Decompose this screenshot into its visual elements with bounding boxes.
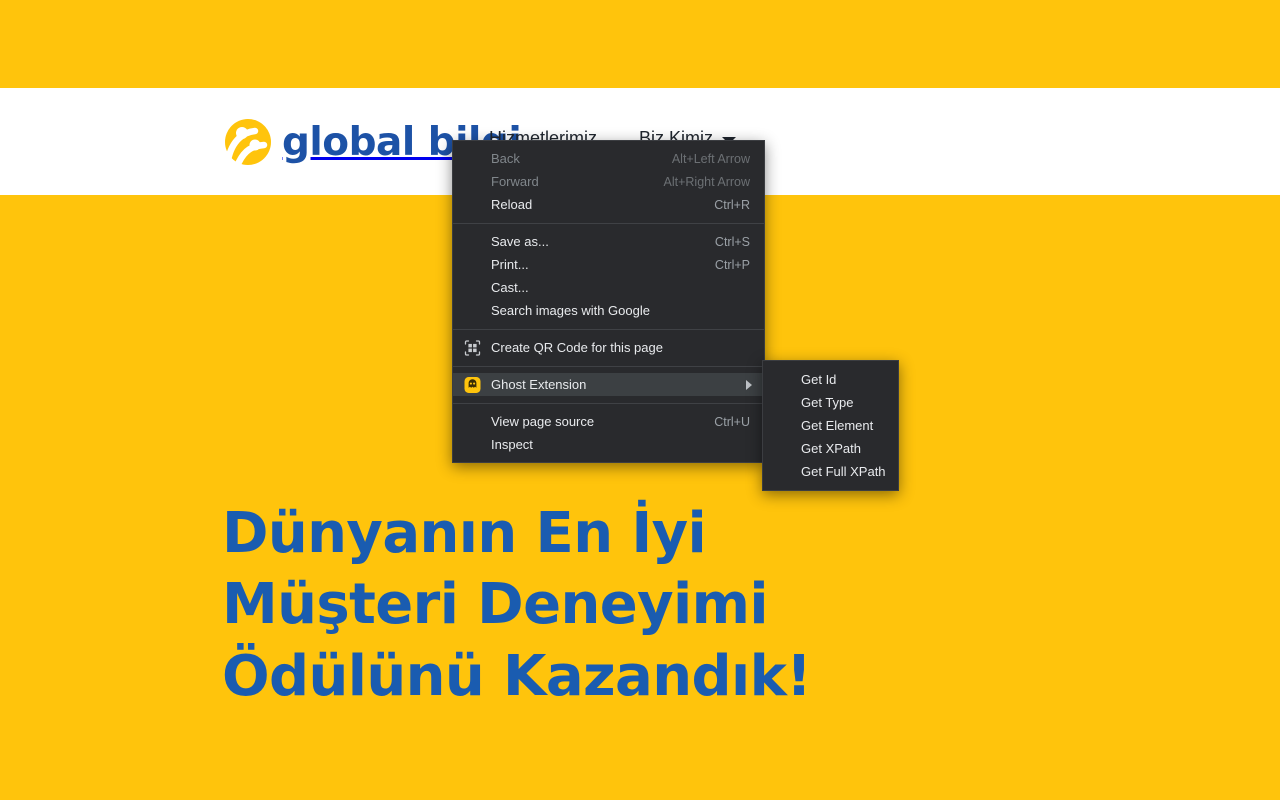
context-menu-item-label: Print... [491, 257, 529, 272]
context-menu-item-ghost-extension[interactable]: Ghost Extension [453, 373, 764, 396]
context-menu-item-view-page-source[interactable]: View page source Ctrl+U [453, 410, 764, 433]
context-menu-item-label: Ghost Extension [491, 377, 587, 392]
context-menu-item-label: Inspect [491, 437, 533, 452]
submenu-item-label: Get Full XPath [801, 464, 886, 479]
context-menu-item-shortcut: Alt+Right Arrow [663, 174, 751, 189]
top-yellow-band [0, 0, 1280, 88]
submenu-item-get-id[interactable]: Get Id [763, 368, 898, 391]
context-menu-item-label: Cast... [491, 280, 529, 295]
chevron-right-icon [746, 379, 752, 390]
context-menu-item-shortcut: Alt+Left Arrow [671, 151, 750, 166]
submenu-item-label: Get Id [801, 372, 837, 387]
context-menu-item-save-as[interactable]: Save as... Ctrl+S [453, 230, 764, 253]
turkcell-swoosh-logo-icon [222, 118, 274, 166]
context-menu-item-print[interactable]: Print... Ctrl+P [453, 253, 764, 276]
submenu-item-get-element[interactable]: Get Element [763, 414, 898, 437]
submenu-item-get-full-xpath[interactable]: Get Full XPath [763, 460, 898, 483]
context-menu-separator [453, 223, 764, 224]
context-menu-item-search-images-with-google[interactable]: Search images with Google [453, 299, 764, 322]
context-menu-item-shortcut: Ctrl+P [714, 257, 750, 272]
submenu-item-label: Get XPath [801, 441, 861, 456]
context-menu-item-cast[interactable]: Cast... [453, 276, 764, 299]
context-menu-item-label: View page source [491, 414, 595, 429]
context-menu-item-inspect[interactable]: Inspect [453, 433, 764, 456]
submenu-item-get-type[interactable]: Get Type [763, 391, 898, 414]
submenu-item-label: Get Type [801, 395, 854, 410]
context-menu-item-reload[interactable]: Reload Ctrl+R [453, 193, 764, 216]
context-menu-separator [453, 403, 764, 404]
submenu-item-label: Get Element [801, 418, 874, 433]
context-menu-item-create-qr-code[interactable]: Create QR Code for this page [453, 336, 764, 359]
context-menu-item-label: Back [491, 151, 520, 166]
ghost-extension-submenu[interactable]: Get Id Get Type Get Element Get XPath Ge… [762, 360, 899, 491]
context-menu-item-forward[interactable]: Forward Alt+Right Arrow [453, 170, 764, 193]
context-menu-item-shortcut: Ctrl+R [714, 197, 750, 212]
browser-context-menu[interactable]: Back Alt+Left Arrow Forward Alt+Right Ar… [452, 140, 765, 463]
context-menu-separator [453, 366, 764, 367]
qr-code-icon [464, 339, 481, 356]
ghost-extension-icon [464, 376, 481, 393]
context-menu-item-shortcut: Ctrl+U [714, 414, 750, 429]
context-menu-item-label: Search images with Google [491, 303, 650, 318]
context-menu-item-back[interactable]: Back Alt+Left Arrow [453, 147, 764, 170]
context-menu-item-label: Create QR Code for this page [491, 340, 663, 355]
context-menu-item-label: Save as... [491, 234, 549, 249]
page-title: Dünyanın En İyi Müşteri Deneyimi Ödülünü… [222, 500, 812, 709]
context-menu-item-label: Forward [491, 174, 539, 189]
context-menu-separator [453, 329, 764, 330]
context-menu-item-shortcut: Ctrl+S [714, 234, 750, 249]
context-menu-item-label: Reload [491, 197, 533, 212]
submenu-item-get-xpath[interactable]: Get XPath [763, 437, 898, 460]
